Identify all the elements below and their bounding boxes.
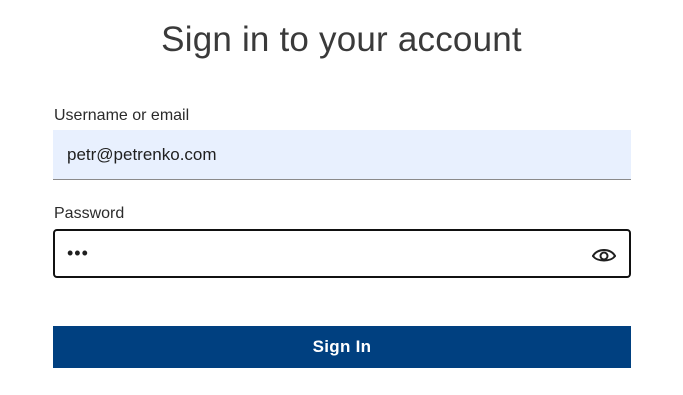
password-field-wrapper — [53, 229, 631, 278]
eye-icon[interactable] — [591, 243, 617, 265]
sign-in-button[interactable]: Sign In — [53, 326, 631, 368]
page-title: Sign in to your account — [161, 20, 522, 59]
login-page: Sign in to your account Username or emai… — [0, 0, 683, 395]
password-label: Password — [54, 205, 125, 222]
password-field[interactable] — [55, 231, 575, 276]
username-label: Username or email — [54, 107, 190, 124]
username-field[interactable] — [53, 130, 631, 180]
